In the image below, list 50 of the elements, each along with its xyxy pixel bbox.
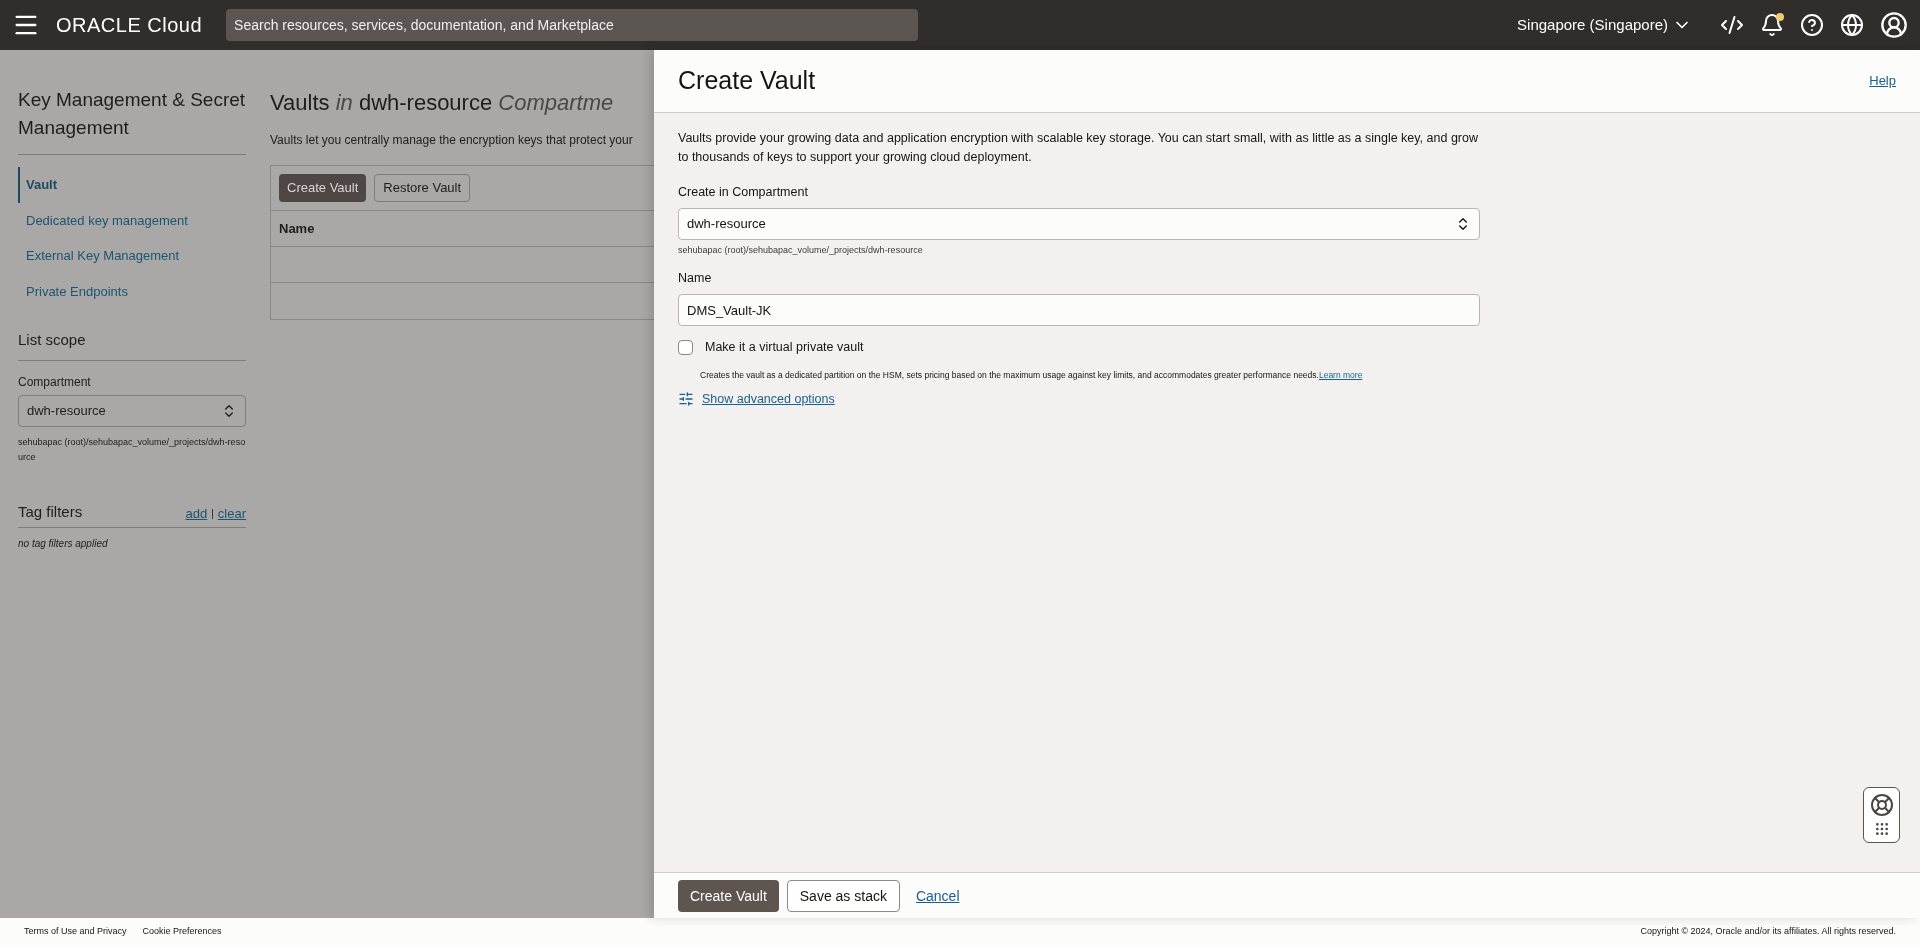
- grid-dots-icon: [1873, 821, 1890, 837]
- support-widget[interactable]: [1863, 787, 1900, 843]
- profile-icon[interactable]: [1880, 11, 1908, 39]
- advanced-options-link[interactable]: Show advanced options: [702, 389, 835, 409]
- compartment-select[interactable]: dwh-resource: [678, 207, 1480, 240]
- footer-button[interactable]: Create Vault: [678, 879, 779, 912]
- brand-logo[interactable]: ORACLE Cloud: [56, 10, 203, 40]
- compartment-path: sehubapac (root)/sehubapac_volume/_projects/dwh-resource: [18, 435, 246, 464]
- learn-more-link[interactable]: Learn more: [1318, 369, 1363, 380]
- page-title: Vaults in dwh-resource Compartme: [270, 89, 615, 117]
- toolbar-button[interactable]: Create Vault: [279, 174, 367, 202]
- tag-filters-heading: Tag filters: [18, 501, 83, 522]
- help-icon[interactable]: [1800, 13, 1824, 37]
- footer-button[interactable]: Save as stack: [786, 879, 900, 912]
- sidebar-title: Key Management & Secret Management: [18, 86, 246, 155]
- code-editor-icon[interactable]: [1720, 13, 1744, 37]
- lifebuoy-icon: [1869, 793, 1894, 817]
- sidebar-item[interactable]: External Key Management: [18, 238, 246, 274]
- compartment-select[interactable]: dwh-resource: [18, 394, 246, 427]
- list-scope-heading: List scope: [18, 329, 246, 361]
- region-selector[interactable]: Singapore (Singapore): [1517, 13, 1692, 37]
- help-link[interactable]: Help: [1869, 71, 1896, 91]
- sidebar-item[interactable]: Private Endpoints: [18, 273, 246, 309]
- separator-text: |: [211, 506, 214, 521]
- compartment-path: sehubapac (root)/sehubapac_volume/_projects/dwh-resource: [678, 243, 924, 257]
- page-description: Vaults let you centrally manage the encryption keys that protect your: [270, 132, 634, 149]
- column-header: Name: [271, 211, 654, 247]
- clear-link[interactable]: clear: [217, 503, 246, 523]
- name-label: Name: [678, 270, 713, 288]
- globe-icon[interactable]: [1840, 13, 1864, 37]
- compartment-label: Create in Compartment: [678, 184, 809, 201]
- checkbox-help-text: Creates the vault as a dedicated partition on the HSM, sets pricing based on the maximum usage against key limits, and accommodates greater performance needs.: [700, 369, 1319, 380]
- copyright-text: Copyright © 2024, Oracle and/or its affiliates. All rights reserved.: [1640, 924, 1896, 938]
- sidebar-item[interactable]: Vault: [18, 167, 246, 203]
- sidebar-item[interactable]: Dedicated key management: [18, 202, 246, 238]
- toolbar-button[interactable]: Restore Vault: [374, 174, 471, 202]
- footer-link[interactable]: Cookie Preferences: [142, 924, 222, 939]
- notifications-icon[interactable]: [1760, 13, 1784, 37]
- checkbox[interactable]: [678, 339, 693, 355]
- panel-title: Create Vault: [678, 65, 816, 97]
- no-tag-filters-text: no tag filters applied: [18, 537, 109, 551]
- footer-link[interactable]: Terms of Use and Privacy: [24, 924, 127, 939]
- panel-description: Vaults provide your growing data and application encryption with scalable key storage. You can start small, with as little as a single key, and grow to thousands of keys to support your growing cloud deployment.: [678, 130, 1479, 166]
- cancel-link[interactable]: Cancel: [907, 879, 968, 912]
- compartment-label: Compartment: [18, 373, 92, 391]
- sliders-icon: [678, 390, 694, 407]
- add-link[interactable]: add: [185, 503, 208, 523]
- name-input[interactable]: DMS_Vault-JK: [678, 294, 1480, 326]
- search-field[interactable]: Search resources, services, documentation, and Marketplace: [226, 9, 919, 41]
- checkbox-label: Make it a virtual private vault: [705, 339, 864, 356]
